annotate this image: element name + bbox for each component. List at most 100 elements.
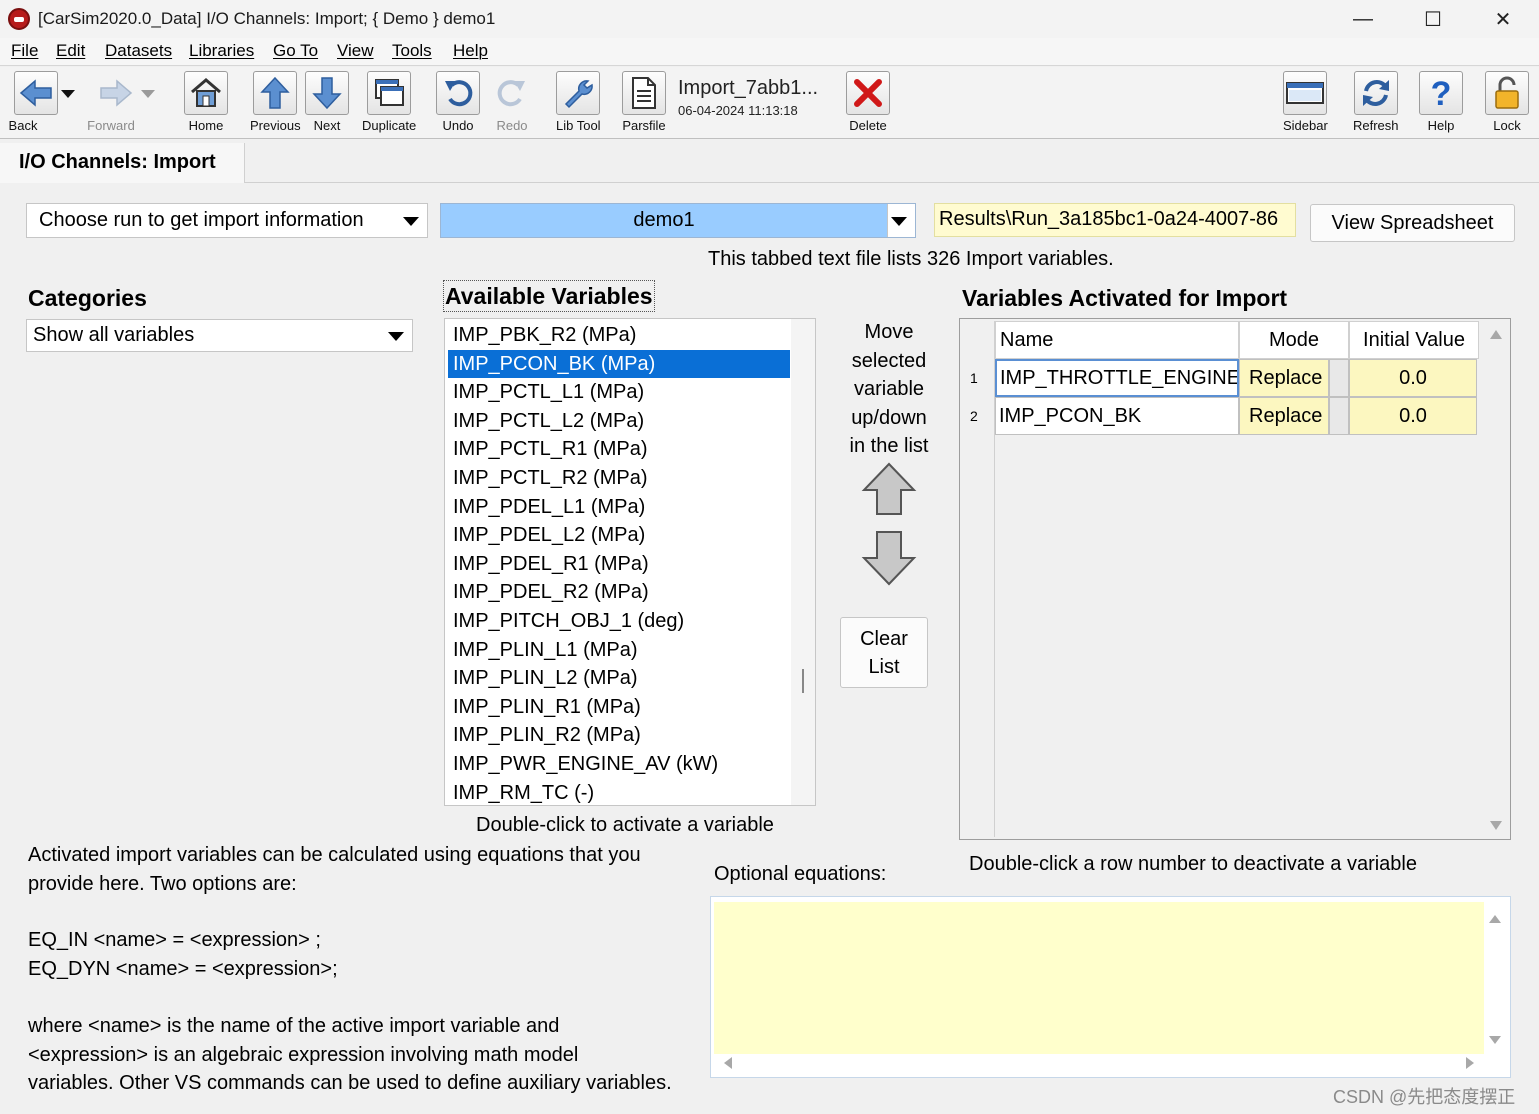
help-text-line: provide here. Two options are: bbox=[28, 872, 297, 895]
sidebar-button[interactable]: Sidebar bbox=[1283, 71, 1328, 135]
categories-dropdown[interactable]: Show all variables bbox=[26, 319, 413, 352]
available-variable-item[interactable]: IMP_PWR_ENGINE_AV (kW) bbox=[448, 750, 790, 778]
parsfile-label: Parsfile bbox=[622, 118, 666, 133]
available-variable-item[interactable]: IMP_PCON_BK (MPa) bbox=[448, 349, 790, 378]
help-button[interactable]: ? Help bbox=[1419, 71, 1463, 135]
available-variable-item[interactable]: IMP_PITCH_OBJ_1 (deg) bbox=[448, 607, 790, 635]
lock-button[interactable]: Lock bbox=[1485, 71, 1529, 135]
results-path-field[interactable]: Results\Run_3a185bc1-0a24-4007-86 bbox=[934, 203, 1296, 237]
menu-go-to[interactable]: Go To bbox=[273, 41, 318, 61]
row-number-1[interactable]: 1 bbox=[970, 366, 990, 390]
optional-equations-input[interactable] bbox=[714, 902, 1484, 1054]
help-text-line: variables. Other VS commands can be used… bbox=[28, 1072, 672, 1095]
available-variable-item[interactable]: IMP_PCTL_L2 (MPa) bbox=[448, 407, 790, 435]
row-number-column bbox=[962, 321, 995, 837]
available-variable-item[interactable]: IMP_PDEL_R2 (MPa) bbox=[448, 578, 790, 606]
available-variable-item[interactable]: IMP_PLIN_R1 (MPa) bbox=[448, 693, 790, 721]
menu-file[interactable]: File bbox=[11, 41, 38, 61]
maximize-button[interactable]: ☐ bbox=[1398, 0, 1468, 38]
lock-icon bbox=[1485, 71, 1529, 115]
equations-horizontal-scrollbar[interactable] bbox=[714, 1052, 1484, 1074]
available-variables-list[interactable]: IMP_PBK_R2 (MPa) IMP_PCON_BK (MPa) IMP_PCT… bbox=[444, 318, 816, 806]
column-header-initial-value[interactable]: Initial Value bbox=[1349, 321, 1479, 359]
grid-scrollbar[interactable] bbox=[1484, 321, 1508, 837]
window-title: [CarSim2020.0_Data] I/O Channels: Import… bbox=[38, 9, 496, 28]
chevron-down-icon[interactable] bbox=[137, 72, 159, 116]
toolbar: Back Forward Home Previous Next Duplicat… bbox=[0, 67, 1539, 139]
available-variable-item[interactable]: IMP_PCTL_R2 (MPa) bbox=[448, 464, 790, 492]
redo-button[interactable]: Redo bbox=[490, 71, 534, 135]
scroll-up-icon bbox=[1489, 915, 1501, 923]
cell-initial-value[interactable]: 0.0 bbox=[1349, 397, 1477, 435]
cell-initial-value[interactable]: 0.0 bbox=[1349, 359, 1477, 397]
scrollbar-thumb[interactable] bbox=[802, 669, 804, 693]
activated-variables-grid[interactable]: Name Mode Initial Value 1 IMP_THROTTLE_E… bbox=[959, 318, 1511, 840]
question-mark-icon: ? bbox=[1419, 71, 1463, 115]
help-text-line: Activated import variables can be calcul… bbox=[28, 844, 641, 866]
menu-help[interactable]: Help bbox=[453, 41, 488, 61]
view-spreadsheet-button[interactable]: View Spreadsheet bbox=[1310, 204, 1515, 242]
choose-run-dropdown[interactable]: Choose run to get import information bbox=[26, 203, 428, 238]
menu-tools[interactable]: Tools bbox=[392, 41, 432, 61]
scroll-left-icon bbox=[724, 1057, 732, 1069]
available-variable-item[interactable]: IMP_PDEL_L1 (MPa) bbox=[448, 493, 790, 521]
equations-vertical-scrollbar[interactable] bbox=[1484, 902, 1506, 1052]
scroll-right-icon bbox=[1466, 1057, 1474, 1069]
duplicate-button[interactable]: Duplicate bbox=[362, 71, 416, 135]
available-variable-item[interactable]: IMP_PCTL_R1 (MPa) bbox=[448, 435, 790, 463]
help-label: Help bbox=[1427, 118, 1455, 133]
cell-mode[interactable]: Replace bbox=[1239, 397, 1329, 435]
parsfile-name: Import_7abb1... bbox=[678, 77, 819, 99]
menu-datasets[interactable]: Datasets bbox=[105, 41, 172, 61]
parsfile-date: 06-04-2024 11:13:18 bbox=[678, 103, 798, 118]
tab-io-channels-import[interactable]: I/O Channels: Import bbox=[0, 143, 245, 183]
refresh-button[interactable]: Refresh bbox=[1353, 71, 1399, 135]
available-list-scrollbar[interactable] bbox=[791, 319, 815, 805]
available-variable-item[interactable]: IMP_PLIN_L1 (MPa) bbox=[448, 636, 790, 664]
redo-icon bbox=[490, 71, 534, 115]
mode-dropdown-handle[interactable] bbox=[1329, 397, 1349, 435]
dataset-dropdown[interactable]: demo1 bbox=[440, 203, 916, 238]
available-variable-item[interactable]: IMP_PDEL_L2 (MPa) bbox=[448, 521, 790, 549]
document-icon bbox=[622, 71, 666, 115]
categories-heading: Categories bbox=[28, 285, 147, 311]
menu-view[interactable]: View bbox=[337, 41, 374, 61]
column-header-mode[interactable]: Mode bbox=[1239, 321, 1349, 359]
chevron-down-icon[interactable] bbox=[57, 72, 79, 116]
available-variable-item[interactable]: IMP_RM_TC (-) bbox=[448, 779, 790, 807]
available-variable-item[interactable]: IMP_PBK_R2 (MPa) bbox=[448, 321, 790, 349]
move-up-button[interactable] bbox=[861, 462, 917, 521]
arrow-up-icon bbox=[253, 71, 298, 115]
cell-variable-name[interactable]: IMP_THROTTLE_ENGINE bbox=[995, 359, 1239, 397]
back-button[interactable]: Back bbox=[9, 71, 75, 135]
forward-button[interactable]: Forward bbox=[87, 71, 155, 135]
undo-icon bbox=[436, 71, 480, 115]
available-variable-item[interactable]: IMP_PLIN_R2 (MPa) bbox=[448, 721, 790, 749]
row-number-2[interactable]: 2 bbox=[970, 404, 990, 428]
available-variable-item[interactable]: IMP_PLIN_L2 (MPa) bbox=[448, 664, 790, 692]
lib-tool-button[interactable]: Lib Tool bbox=[556, 71, 601, 135]
minimize-button[interactable]: — bbox=[1328, 0, 1398, 38]
cell-variable-name[interactable]: IMP_PCON_BK bbox=[995, 397, 1239, 435]
refresh-label: Refresh bbox=[1353, 118, 1399, 133]
available-variable-item[interactable]: IMP_PDEL_R1 (MPa) bbox=[448, 550, 790, 578]
move-line: variable bbox=[853, 378, 925, 401]
menu-libraries[interactable]: Libraries bbox=[189, 41, 254, 61]
previous-button[interactable]: Previous bbox=[250, 71, 301, 135]
move-line: Move bbox=[864, 321, 914, 343]
next-button[interactable]: Next bbox=[305, 71, 349, 135]
close-window-button[interactable]: ✕ bbox=[1468, 0, 1538, 38]
duplicate-icon bbox=[367, 71, 412, 115]
home-button[interactable]: Home bbox=[184, 71, 228, 135]
move-down-button[interactable] bbox=[861, 530, 917, 591]
mode-dropdown-handle[interactable] bbox=[1329, 359, 1349, 397]
column-header-name[interactable]: Name bbox=[995, 321, 1239, 359]
undo-button[interactable]: Undo bbox=[436, 71, 480, 135]
delete-button[interactable]: Delete bbox=[846, 71, 890, 135]
clear-list-button[interactable]: Clear List bbox=[840, 617, 928, 688]
cell-mode[interactable]: Replace bbox=[1239, 359, 1329, 397]
parsfile-button[interactable]: Parsfile bbox=[622, 71, 666, 135]
menu-edit[interactable]: Edit bbox=[56, 41, 85, 61]
eq-dyn-form: EQ_DYN <name> = <expression>; bbox=[28, 957, 338, 980]
available-variable-item[interactable]: IMP_PCTL_L1 (MPa) bbox=[448, 378, 790, 406]
